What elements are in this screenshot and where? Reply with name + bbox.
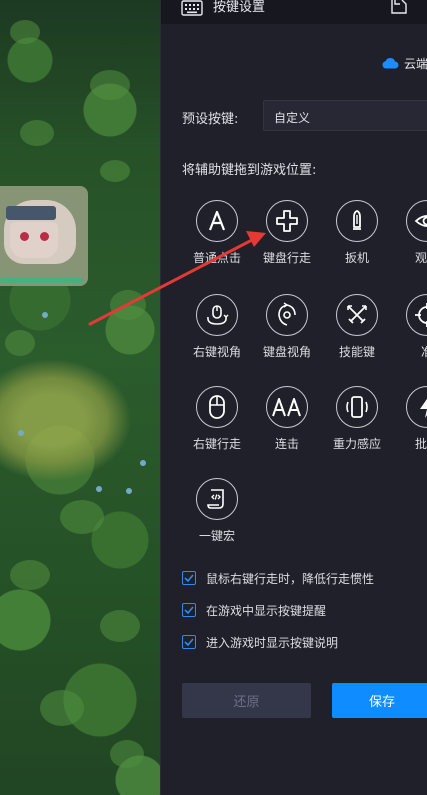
lightning-icon xyxy=(420,398,427,418)
phone-tilt-icon xyxy=(346,396,368,418)
key-label: 重力感应 xyxy=(332,437,381,451)
mouse-rotate-icon xyxy=(207,305,229,325)
key-skill[interactable]: 技能键 xyxy=(321,294,393,374)
option-reduce-inertia[interactable]: 鼠标右键行走时，降低行走惯性 xyxy=(182,570,374,586)
option-label: 在游戏中显示按键提醒 xyxy=(206,603,327,618)
key-right-click-view[interactable]: 右键视角 xyxy=(181,294,253,374)
crosshair-icon xyxy=(415,303,427,327)
trigger-bullet-icon xyxy=(353,210,361,230)
checkbox[interactable] xyxy=(182,571,196,585)
key-keyboard-walk[interactable]: 键盘行走 xyxy=(251,200,323,280)
option-label: 鼠标右键行走时，降低行走惯性 xyxy=(206,571,375,586)
game-viewport[interactable] xyxy=(0,0,160,795)
checkbox[interactable] xyxy=(182,603,196,617)
preset-select[interactable]: 自定义 xyxy=(263,100,427,131)
cloud-sync[interactable]: 云端 xyxy=(381,55,427,71)
checkmark-icon xyxy=(184,606,194,614)
title-bar: 按键设置 xyxy=(161,0,427,24)
key-observe[interactable]: 观察 xyxy=(391,200,427,280)
key-label: 技能键 xyxy=(338,345,375,359)
option-show-key-hints[interactable]: 在游戏中显示按键提醒 xyxy=(182,602,326,618)
key-label: 连击 xyxy=(274,437,299,451)
script-icon xyxy=(207,489,224,509)
key-gravity-sensor[interactable]: 重力感应 xyxy=(321,386,393,466)
cloud-label: 云端 xyxy=(404,56,427,71)
key-keyboard-view[interactable]: 键盘视角 xyxy=(251,294,323,374)
key-settings-panel: 按键设置 云端 预设按键: 自定义 将辅助键拖到游戏位置: 普通点击 键盘行走 … xyxy=(160,0,427,795)
letter-a-icon xyxy=(208,210,226,231)
key-label: 右键视角 xyxy=(192,345,241,359)
key-label: 观察 xyxy=(414,251,427,265)
preset-value: 自定义 xyxy=(274,111,311,125)
key-right-click-walk[interactable]: 右键行走 xyxy=(181,386,253,466)
option-label: 进入游戏时显示按键说明 xyxy=(206,635,339,650)
document-icon[interactable] xyxy=(390,0,408,14)
key-label: 键盘行走 xyxy=(262,251,311,265)
keyboard-icon xyxy=(181,0,203,16)
crossed-swords-icon xyxy=(347,305,367,324)
window-title: 按键设置 xyxy=(213,0,266,15)
checkmark-icon xyxy=(184,638,194,646)
key-label: 普通点击 xyxy=(192,251,241,265)
key-label: 扳机 xyxy=(344,251,369,265)
key-label: 准 xyxy=(420,345,427,359)
eye-icon xyxy=(414,215,427,227)
key-label: 键盘视角 xyxy=(262,345,311,359)
key-macro[interactable]: 一键宏 xyxy=(181,478,253,558)
key-label: 右键行走 xyxy=(192,437,241,451)
save-button[interactable]: 保存 xyxy=(332,683,427,718)
restore-button[interactable]: 还原 xyxy=(182,683,311,718)
dpad-cross-icon xyxy=(276,210,298,232)
key-batch[interactable]: 批量 xyxy=(391,386,427,466)
key-label: 批量 xyxy=(414,437,427,451)
key-aim[interactable]: 准 xyxy=(391,294,427,374)
key-label: 一键宏 xyxy=(198,529,235,543)
drag-hint: 将辅助键拖到游戏位置: xyxy=(182,163,317,178)
checkbox[interactable] xyxy=(182,635,196,649)
key-trigger[interactable]: 扳机 xyxy=(321,200,393,280)
checkmark-icon xyxy=(184,574,194,582)
mouse-icon xyxy=(209,395,225,419)
option-show-key-guide[interactable]: 进入游戏时显示按键说明 xyxy=(182,634,338,650)
preset-label: 预设按键: xyxy=(182,112,239,127)
cloud-icon xyxy=(382,58,399,69)
double-a-icon xyxy=(272,398,301,417)
key-normal-click[interactable]: 普通点击 xyxy=(181,200,253,280)
key-combo[interactable]: 连击 xyxy=(251,386,323,466)
rotate-view-icon xyxy=(278,302,296,326)
